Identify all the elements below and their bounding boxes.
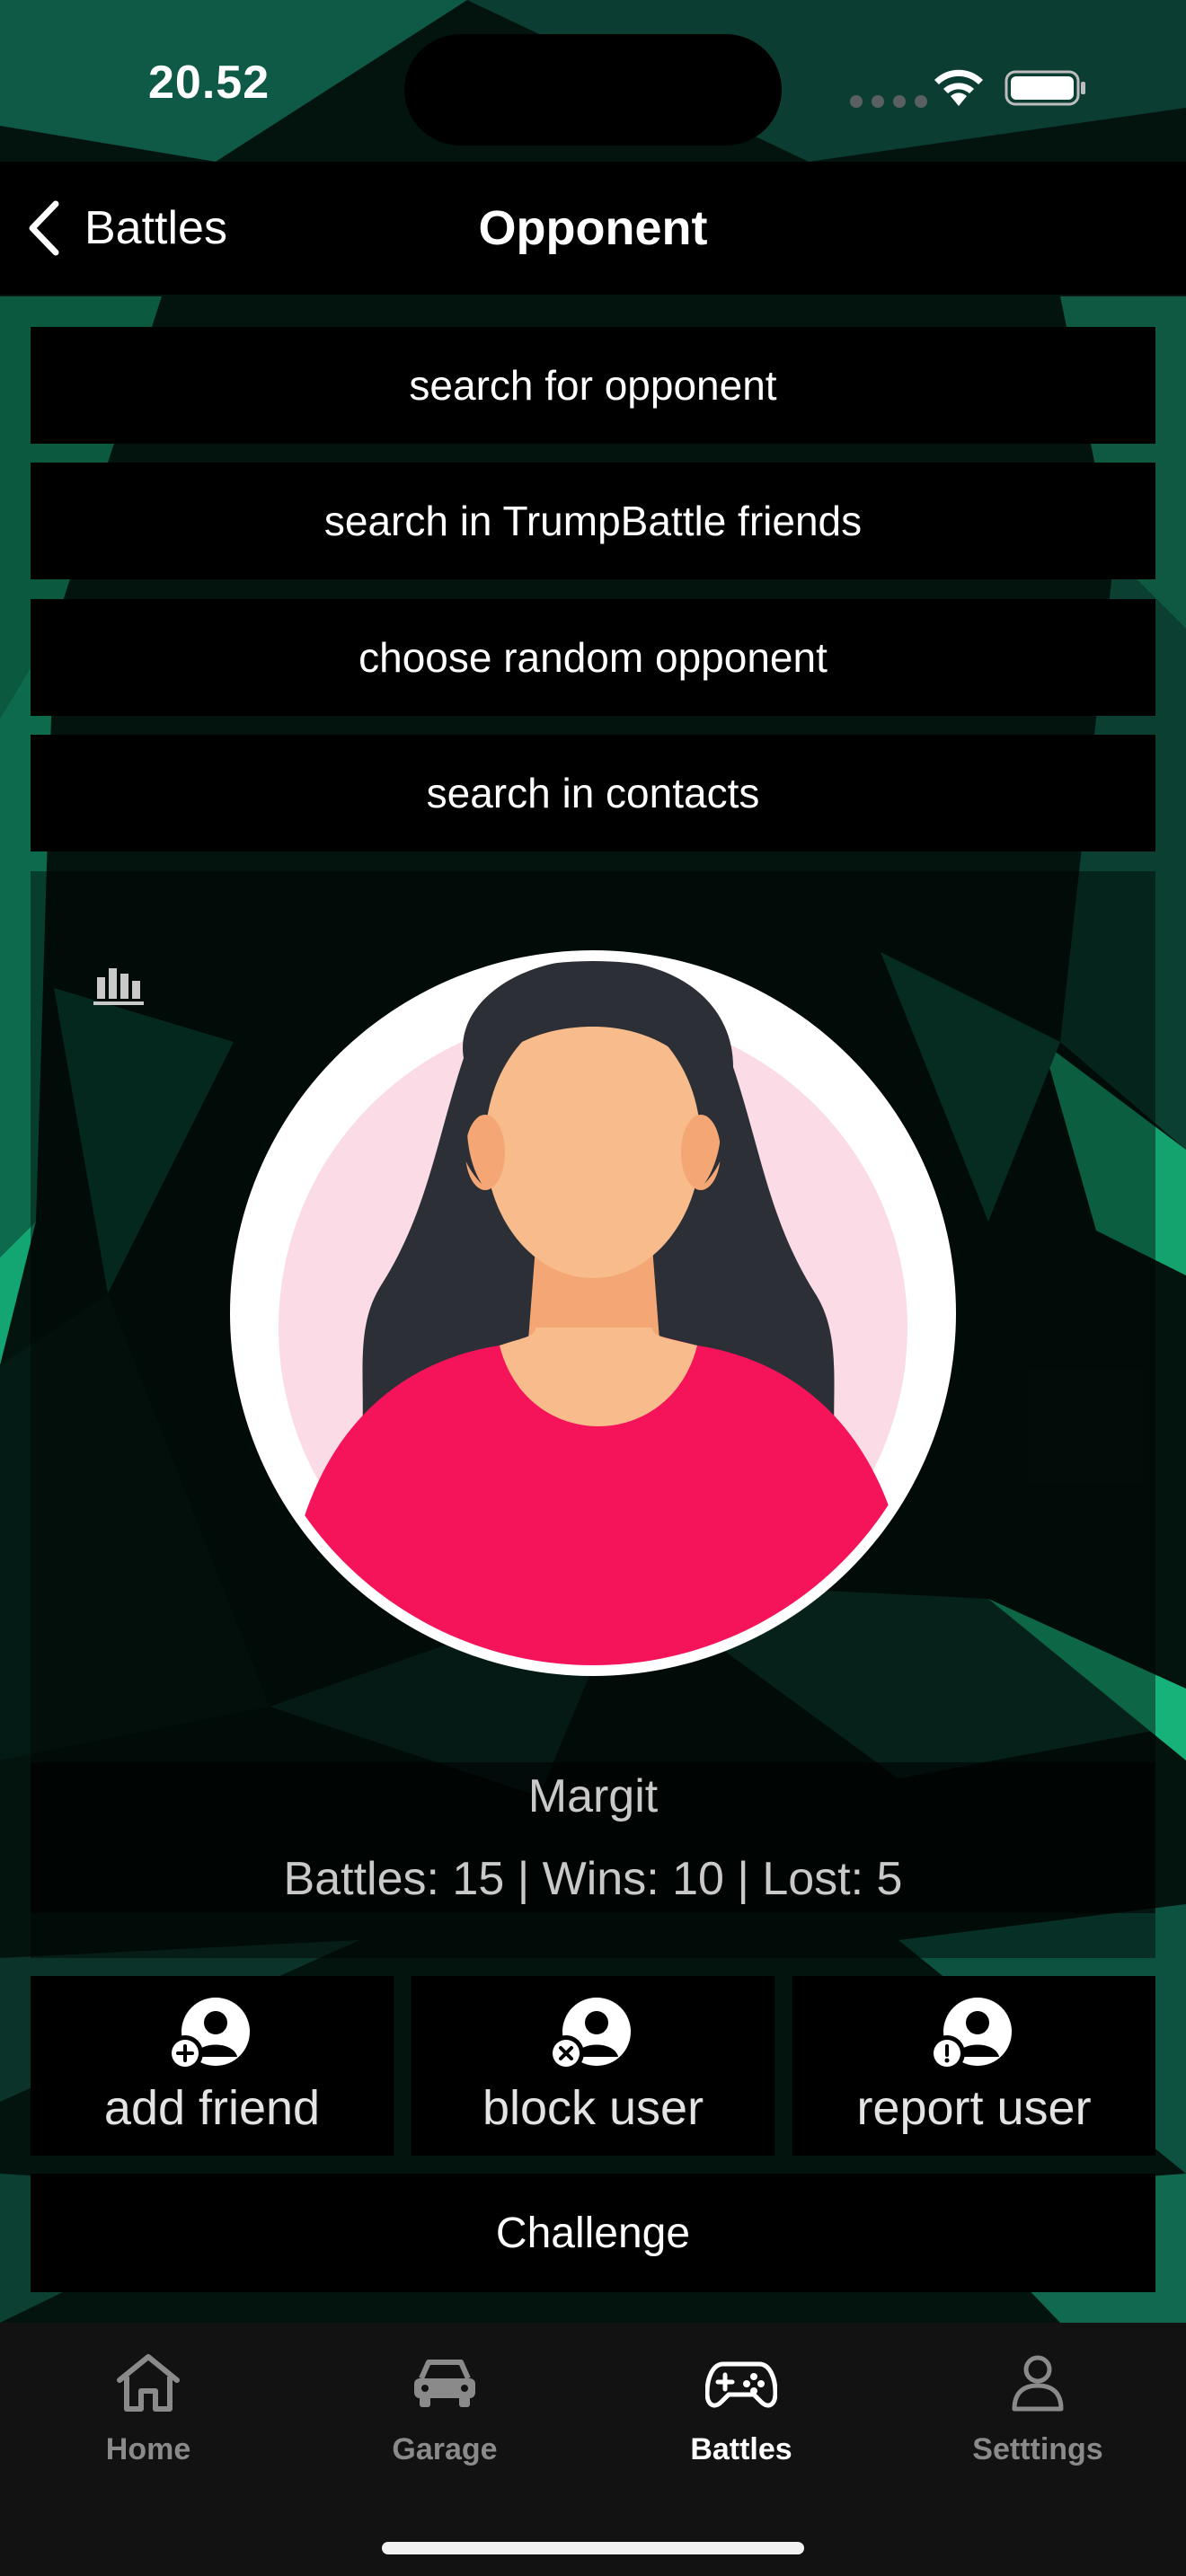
report-user-button[interactable]: report user	[792, 1976, 1155, 2156]
back-button-label: Battles	[84, 202, 227, 254]
cellular-signal-icon	[850, 95, 927, 108]
chevron-left-icon	[29, 200, 59, 256]
opponent-avatar	[230, 950, 956, 1676]
search-contacts-button[interactable]: search in contacts	[31, 735, 1155, 851]
tab-home[interactable]: Home	[0, 2335, 296, 2479]
add-user-icon	[167, 1998, 250, 2071]
tab-settings-label: Setttings	[972, 2432, 1103, 2466]
report-user-label: report user	[856, 2081, 1092, 2135]
challenge-button[interactable]: Challenge	[31, 2174, 1155, 2292]
random-opponent-button[interactable]: choose random opponent	[31, 599, 1155, 716]
report-user-icon	[929, 1998, 1012, 2071]
add-friend-label: add friend	[103, 2081, 321, 2135]
tab-settings[interactable]: Setttings	[890, 2335, 1186, 2479]
stats-chart-icon[interactable]	[93, 965, 144, 1006]
opponent-name: Margit	[527, 1770, 659, 1822]
home-indicator[interactable]	[382, 2542, 804, 2554]
battery-icon	[1005, 70, 1085, 106]
wifi-icon	[934, 69, 983, 106]
gamepad-icon	[705, 2361, 777, 2408]
add-friend-button[interactable]: add friend	[31, 1976, 394, 2156]
dynamic-island	[404, 34, 782, 146]
opponent-stats: Battles: 15 | Wins: 10 | Lost: 5	[283, 1853, 903, 1905]
car-icon	[414, 2360, 475, 2407]
search-for-opponent-button[interactable]: search for opponent	[31, 327, 1155, 444]
tab-battles-label: Battles	[690, 2432, 792, 2466]
search-friends-button[interactable]: search in TrumpBattle friends	[31, 463, 1155, 579]
back-button[interactable]: Battles	[25, 162, 227, 295]
block-user-icon	[548, 1998, 631, 2071]
block-user-label: block user	[482, 2081, 704, 2135]
block-user-button[interactable]: block user	[412, 1976, 774, 2156]
person-icon	[1012, 2355, 1064, 2412]
status-time: 20.52	[148, 57, 270, 109]
tab-battles[interactable]: Battles	[593, 2335, 890, 2479]
tab-garage[interactable]: Garage	[296, 2335, 593, 2479]
tab-garage-label: Garage	[392, 2432, 498, 2466]
tab-home-label: Home	[105, 2432, 191, 2466]
home-icon	[117, 2354, 180, 2412]
